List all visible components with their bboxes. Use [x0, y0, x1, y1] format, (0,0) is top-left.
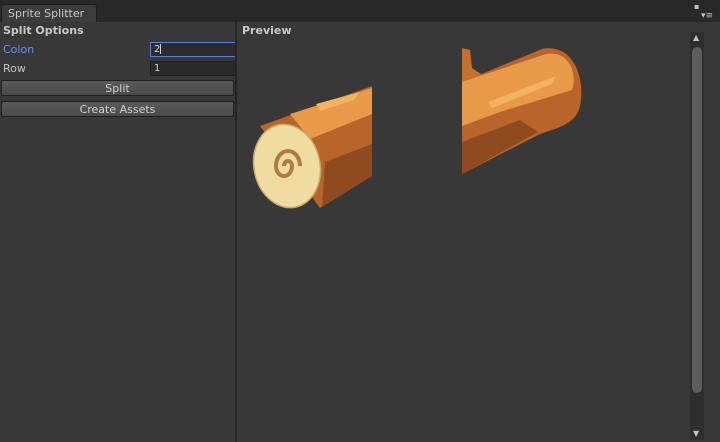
split-options-panel: Split Options Colon 2 Row 1 Split Create… [0, 22, 236, 442]
maximize-icon[interactable]: ▪ [694, 3, 699, 11]
row-label: Row [3, 62, 26, 75]
colon-input[interactable]: 2 [150, 42, 236, 57]
split-options-header: Split Options [3, 24, 84, 37]
log-right-half [462, 48, 582, 174]
colon-label: Colon [3, 43, 35, 56]
preview-header: Preview [242, 24, 292, 37]
tab-bar: Sprite Splitter ▪ ▾≡ [0, 0, 720, 23]
scroll-up-icon[interactable]: ▲ [693, 34, 699, 42]
scroll-down-icon[interactable]: ▼ [693, 430, 699, 438]
row-input[interactable]: 1 [150, 61, 236, 76]
create-assets-button[interactable]: Create Assets [1, 101, 234, 117]
tab-sprite-splitter[interactable]: Sprite Splitter [1, 4, 98, 23]
menu-icon[interactable]: ▾≡ [701, 12, 713, 21]
split-button[interactable]: Split [1, 80, 234, 96]
scrollbar-thumb[interactable] [692, 47, 702, 393]
log-left-half [252, 86, 372, 209]
